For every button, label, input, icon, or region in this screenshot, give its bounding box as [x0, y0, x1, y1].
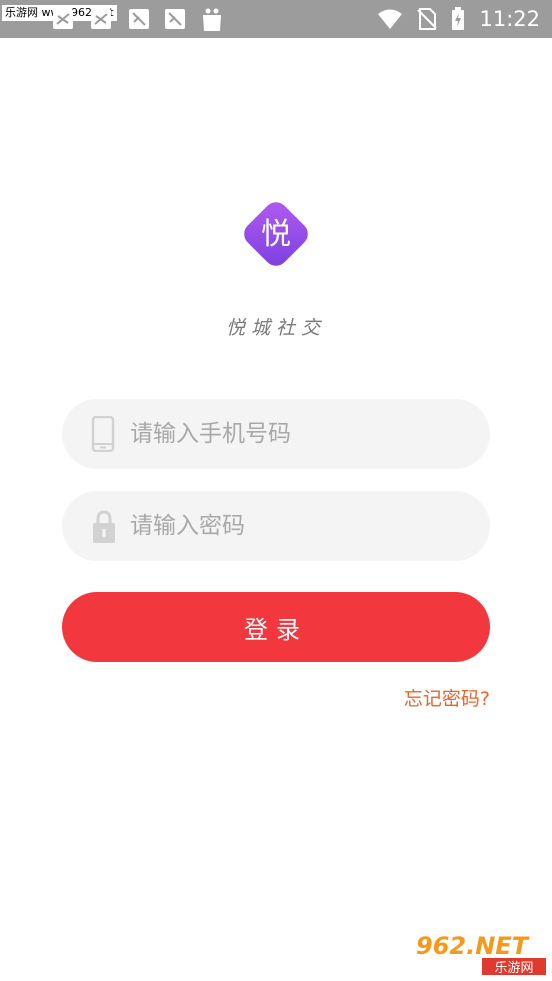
- status-time: 11:22: [479, 7, 540, 31]
- status-bar: 乐游网 www.962.net 11:22: [0, 0, 552, 38]
- shopping-bag-icon: [203, 8, 221, 31]
- site-watermark-logo: 962.NET 乐游网: [412, 930, 548, 976]
- no-sim-icon: [417, 8, 438, 30]
- forgot-password-link[interactable]: 忘记密码?: [404, 684, 490, 711]
- phone-input[interactable]: [130, 399, 470, 469]
- notification-icon: [91, 9, 111, 29]
- status-right: 11:22: [377, 0, 540, 38]
- login-button[interactable]: 登录: [62, 592, 490, 662]
- wifi-icon: [378, 9, 403, 29]
- password-input[interactable]: [130, 491, 470, 561]
- phone-icon: [91, 416, 115, 452]
- lock-icon: [93, 510, 115, 543]
- battery-charging-icon: [452, 7, 465, 30]
- logo-glyph: 悦: [261, 217, 291, 252]
- app-name: 悦城社交: [225, 317, 326, 339]
- watermark-bottom-text: 乐游网: [494, 961, 533, 976]
- notification-icon: [165, 9, 185, 29]
- password-field[interactable]: [62, 491, 490, 561]
- watermark-graphic: 962.NET 乐游网: [412, 930, 548, 976]
- watermark-top-text: 962.NET: [416, 932, 530, 960]
- app-logo: 悦: [244, 202, 308, 266]
- phone-field[interactable]: [62, 399, 490, 469]
- notification-icon: [53, 9, 73, 29]
- notification-icon: [129, 9, 149, 29]
